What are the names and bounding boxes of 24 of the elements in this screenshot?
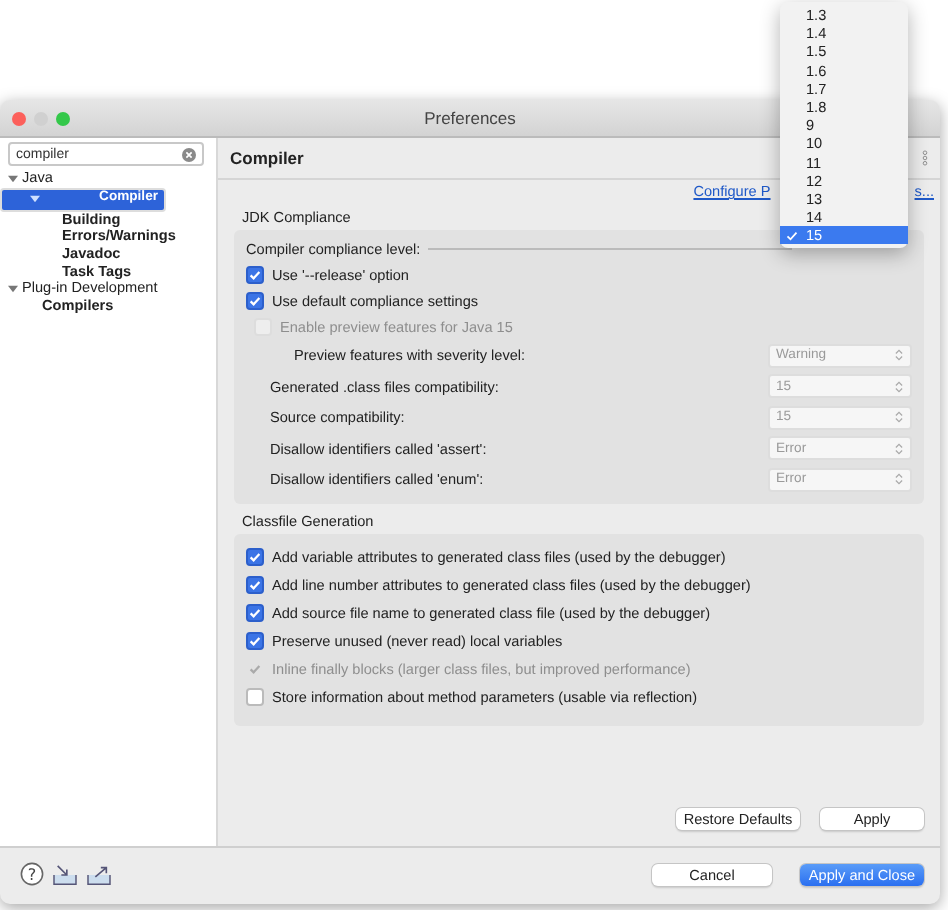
- stepper-icon: [894, 410, 904, 425]
- help-icon[interactable]: ?: [20, 862, 44, 886]
- more-icon[interactable]: [922, 150, 928, 166]
- import-icon[interactable]: [52, 863, 78, 885]
- checkbox[interactable]: [246, 292, 264, 310]
- clear-icon[interactable]: [182, 147, 196, 161]
- checkbox[interactable]: [246, 688, 264, 706]
- page-title: Compiler: [230, 148, 304, 168]
- expand-arrow-icon[interactable]: [8, 284, 18, 295]
- stepper-icon: [894, 379, 904, 394]
- checkbox[interactable]: [246, 576, 264, 594]
- checkbox[interactable]: [246, 632, 264, 650]
- expand-arrow-icon[interactable]: [30, 194, 40, 205]
- stepper-icon: [894, 472, 904, 487]
- window-title: Preferences: [424, 108, 516, 128]
- expand-arrow-icon[interactable]: [8, 173, 18, 184]
- stepper-icon: [894, 441, 904, 456]
- export-icon[interactable]: [86, 863, 112, 885]
- checkbox[interactable]: [246, 548, 264, 566]
- checkbox[interactable]: [246, 604, 264, 622]
- close-icon[interactable]: [12, 111, 26, 125]
- stepper-icon: [894, 348, 904, 363]
- checkbox[interactable]: [246, 266, 264, 284]
- checkmark-icon: [786, 229, 798, 242]
